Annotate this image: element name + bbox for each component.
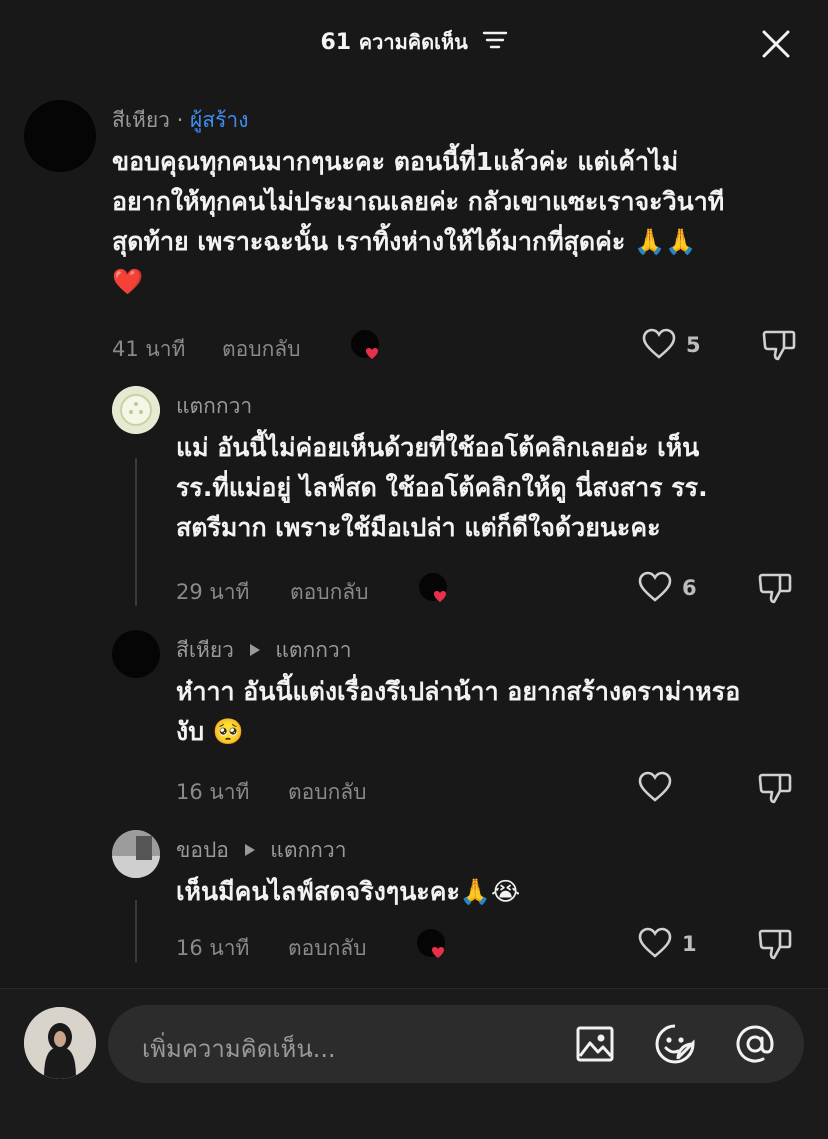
comment-author-line: สีเหียว · ผู้สร้าง: [112, 104, 248, 137]
comment-time: 29 นาที: [176, 580, 250, 604]
comment-actions: 41 นาที ตอบกลับ 5: [112, 325, 802, 365]
creator-badge: ผู้สร้าง: [190, 108, 249, 132]
comment-text-line: ❤️: [112, 267, 144, 296]
avatar[interactable]: [112, 830, 160, 878]
comments-title: 61 ความคิดเห็น: [0, 26, 828, 58]
comment-actions: 16 นาที ตอบกลับ: [176, 768, 802, 808]
mention-icon[interactable]: [734, 1023, 776, 1065]
comment-author[interactable]: แตกกวา: [176, 394, 252, 418]
comment-text: ขอบคุณทุกคนมากๆนะคะ ตอนนี้ที่1แล้วค่ะ แต…: [112, 142, 812, 302]
comment-author[interactable]: ขอปอ: [176, 838, 229, 862]
heart-outline-icon[interactable]: [638, 771, 672, 808]
thread-line: [135, 900, 137, 962]
comment-time: 41 นาที: [112, 337, 186, 361]
heart-outline-icon[interactable]: [638, 927, 672, 964]
sort-icon[interactable]: [482, 29, 508, 57]
reply-arrow-icon: [249, 638, 261, 662]
reply-button[interactable]: ตอบกลับ: [288, 932, 367, 965]
creator-liked-avatar: [350, 329, 384, 363]
comment-count-label: ความคิดเห็น: [358, 30, 468, 54]
comment-text: ห๋าาา อันนี้แต่งเรื่องรึเปล่าน้าา อยากสร…: [176, 672, 816, 752]
comment-text-line: สุดท้าย เพราะฉะนั้น เราทิ้งห่างให้ได้มาก…: [112, 227, 697, 256]
comment-text-line: ห๋าาา อันนี้แต่งเรื่องรึเปล่าน้าา อยากสร…: [176, 677, 741, 706]
reply-to-author[interactable]: แตกกวา: [270, 838, 346, 862]
heart-outline-icon[interactable]: [638, 571, 672, 608]
badge-separator: ·: [176, 108, 184, 132]
thread-line: [135, 458, 137, 606]
dislike-icon[interactable]: [758, 927, 792, 966]
creator-liked-avatar: [416, 928, 450, 962]
reply-arrow-icon: [244, 838, 256, 862]
comment-input-placeholder: เพิ่มความคิดเห็น...: [142, 1035, 336, 1063]
comment-text: แม่ อันนี้ไม่ค่อยเห็นด้วยที่ใช้ออโต้คลิก…: [176, 428, 816, 548]
comment-text-line: เห็นมีคนไลฟ์สดจริงๆนะคะ🙏😭: [176, 877, 521, 906]
comment-text-line: สตรีมาก เพราะใช้มือเปล่า แต่ก็ดีใจด้วยนะ…: [176, 513, 661, 542]
comment-text: เห็นมีคนไลฟ์สดจริงๆนะคะ🙏😭: [176, 872, 816, 912]
reply-button[interactable]: ตอบกลับ: [222, 333, 301, 366]
reply-button[interactable]: ตอบกลับ: [290, 576, 369, 609]
comments-header: 61 ความคิดเห็น: [0, 0, 828, 90]
avatar[interactable]: [112, 386, 160, 434]
comment-author-line: แตกกวา: [176, 390, 252, 423]
like-count: 5: [686, 333, 701, 357]
image-icon[interactable]: [574, 1023, 616, 1065]
comment-text-line: ขอบคุณทุกคนมากๆนะคะ ตอนนี้ที่1แล้วค่ะ แต…: [112, 147, 679, 176]
comment-text-line: งับ 🥺: [176, 717, 244, 746]
comment-author-line: สีเหียว แตกกวา: [176, 634, 352, 667]
comment-actions: 16 นาที ตอบกลับ 1: [176, 924, 802, 964]
creator-liked-avatar: [418, 572, 452, 606]
comment-time: 16 นาที: [176, 780, 250, 804]
comment-actions: 29 นาที ตอบกลับ 6: [176, 568, 802, 608]
like-count: 1: [682, 932, 697, 956]
dislike-icon[interactable]: [758, 571, 792, 610]
comment-author[interactable]: สีเหียว: [176, 638, 234, 662]
reply-button[interactable]: ตอบกลับ: [288, 776, 367, 809]
comment-input[interactable]: เพิ่มความคิดเห็น...: [108, 1005, 804, 1083]
sticker-icon[interactable]: [654, 1023, 696, 1065]
comment-count: 61: [320, 30, 352, 55]
avatar[interactable]: [112, 630, 160, 678]
reply-to-author[interactable]: แตกกวา: [275, 638, 351, 662]
comment-author-line: ขอปอ แตกกวา: [176, 834, 346, 867]
avatar[interactable]: [24, 1007, 96, 1079]
comment-composer: เพิ่มความคิดเห็น...: [0, 988, 828, 1139]
comment-text-line: อยากให้ทุกคนไม่ประมาณเลยค่ะ กลัวเขาแซะเร…: [112, 187, 725, 216]
heart-outline-icon[interactable]: [642, 328, 676, 365]
comment-text-line: แม่ อันนี้ไม่ค่อยเห็นด้วยที่ใช้ออโต้คลิก…: [176, 433, 700, 462]
dislike-icon[interactable]: [762, 328, 796, 367]
close-icon[interactable]: [758, 26, 794, 62]
comment-author[interactable]: สีเหียว: [112, 108, 170, 132]
like-count: 6: [682, 576, 697, 600]
comment-time: 16 นาที: [176, 936, 250, 960]
dislike-icon[interactable]: [758, 771, 792, 810]
avatar[interactable]: [24, 100, 96, 172]
comment-text-line: รร.ที่แม่อยู่ ไลฟ์สด ใช้ออโต้คลิกให้ดู น…: [176, 473, 708, 502]
